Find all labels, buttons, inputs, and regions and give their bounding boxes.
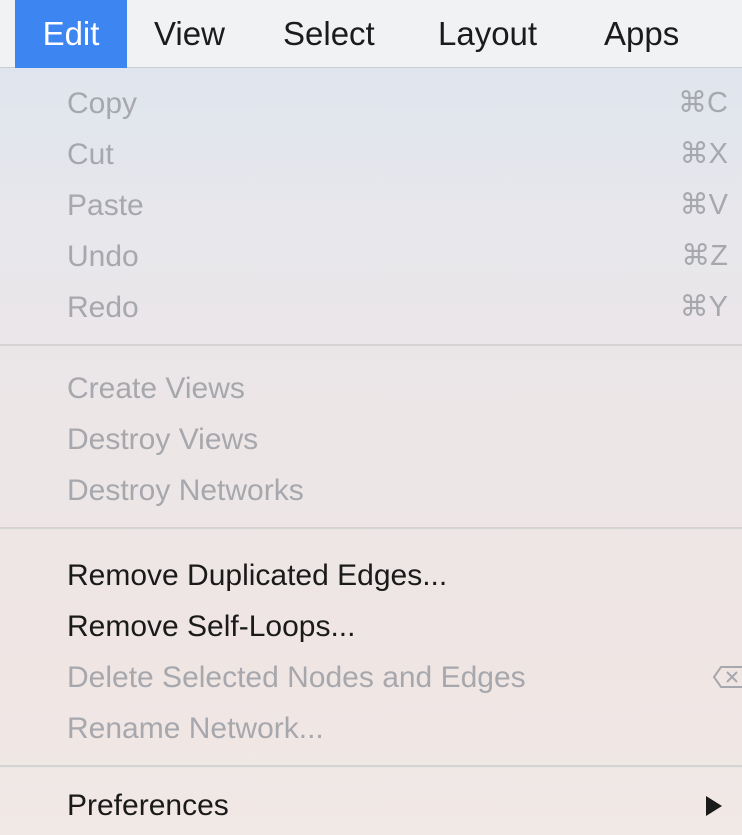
menu-item-undo[interactable]: Undo ⌘Z	[0, 231, 742, 282]
menu-edit[interactable]: Edit	[15, 0, 127, 68]
menu-item-label: Copy	[67, 87, 138, 120]
submenu-arrow-icon	[706, 796, 722, 816]
menu-item-destroy-networks[interactable]: Destroy Networks	[0, 465, 742, 516]
edit-menu-dropdown: Copy ⌘C Cut ⌘X Paste ⌘V Undo ⌘Z Redo ⌘Y …	[0, 68, 742, 835]
menu-item-label: Destroy Networks	[67, 474, 304, 507]
menu-item-remove-self-loops[interactable]: Remove Self-Loops...	[0, 601, 742, 652]
menu-item-label: Preferences	[67, 789, 229, 822]
menu-item-paste[interactable]: Paste ⌘V	[0, 180, 742, 231]
menu-item-label: Create Views	[67, 372, 245, 405]
menu-item-label: Cut	[67, 138, 114, 171]
menu-item-label: Paste	[67, 189, 144, 222]
menu-separator	[0, 765, 742, 768]
menu-item-remove-duplicated-edges[interactable]: Remove Duplicated Edges...	[0, 550, 742, 601]
menu-item-shortcut: ⌘X	[679, 138, 728, 170]
menu-apps[interactable]: Apps	[604, 0, 679, 68]
menu-item-shortcut: ⌘C	[678, 87, 728, 119]
menu-select[interactable]: Select	[283, 0, 375, 68]
menu-item-label: Undo	[67, 240, 139, 273]
menu-item-destroy-views[interactable]: Destroy Views	[0, 414, 742, 465]
menu-separator	[0, 527, 742, 530]
menu-item-label: Destroy Views	[67, 423, 259, 456]
menu-item-label: Remove Duplicated Edges...	[67, 559, 448, 592]
menu-item-shortcut: ⌘V	[679, 189, 728, 221]
menu-item-copy[interactable]: Copy ⌘C	[0, 78, 742, 129]
menu-item-preferences[interactable]: Preferences	[0, 780, 742, 831]
menu-item-shortcut: ⌘Y	[679, 291, 728, 323]
menu-item-label: Remove Self-Loops...	[67, 610, 356, 643]
delete-key-icon	[712, 665, 742, 689]
menu-item-label: Rename Network...	[67, 712, 324, 745]
menu-item-create-views[interactable]: Create Views	[0, 363, 742, 414]
menu-item-rename-network[interactable]: Rename Network...	[0, 703, 742, 754]
menu-item-redo[interactable]: Redo ⌘Y	[0, 282, 742, 333]
menu-separator	[0, 344, 742, 347]
menu-item-cut[interactable]: Cut ⌘X	[0, 129, 742, 180]
menu-view[interactable]: View	[154, 0, 225, 68]
menu-layout[interactable]: Layout	[438, 0, 537, 68]
screen: Edit View Select Layout Apps Copy ⌘C Cut…	[0, 0, 742, 835]
menu-item-label: Redo	[67, 291, 139, 324]
menu-item-shortcut: ⌘Z	[681, 240, 728, 272]
menu-bar: Edit View Select Layout Apps	[0, 0, 742, 68]
menu-item-label: Delete Selected Nodes and Edges	[67, 661, 526, 694]
menu-item-delete-selected-nodes-and-edges[interactable]: Delete Selected Nodes and Edges	[0, 652, 742, 703]
